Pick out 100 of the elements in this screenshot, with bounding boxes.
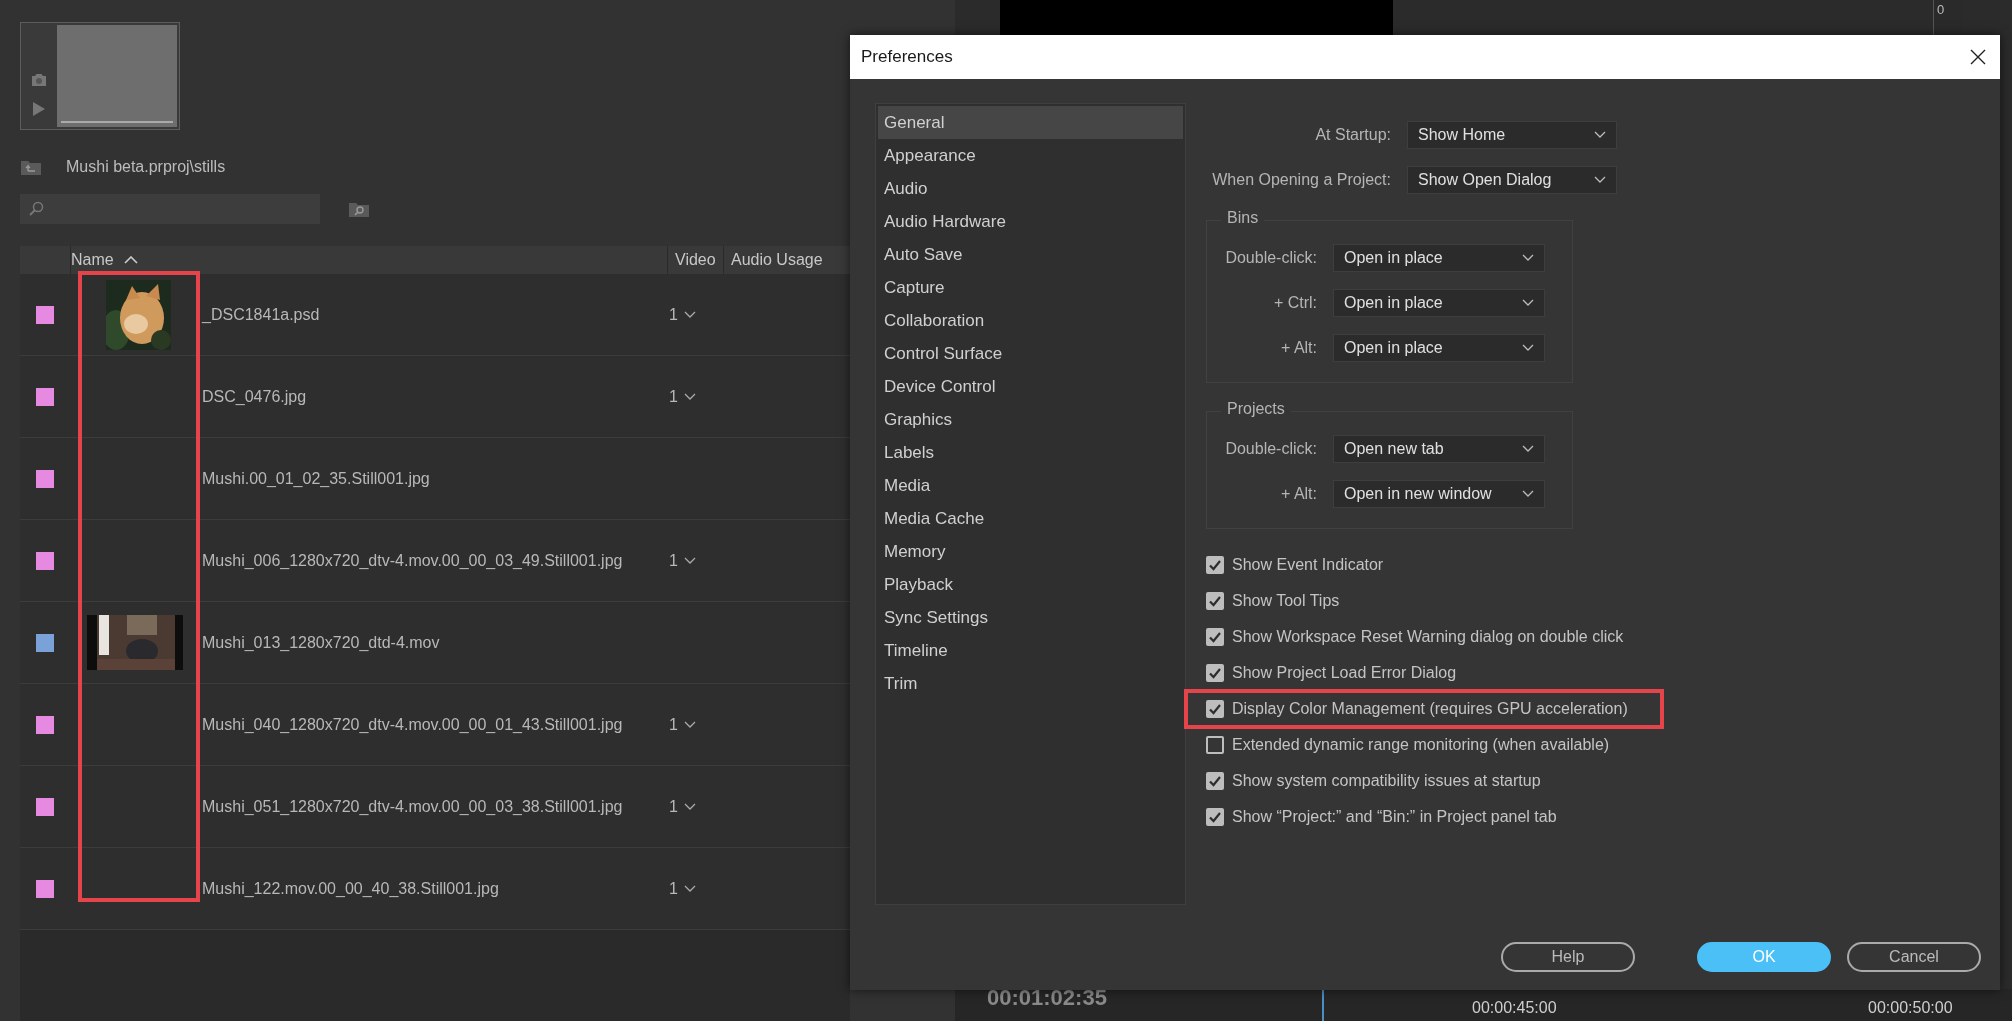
dropdown[interactable]: Open in place	[1333, 243, 1545, 272]
chevron-down-icon	[1594, 130, 1606, 139]
option-label: Extended dynamic range monitoring (when available)	[1232, 736, 1610, 754]
setting-label: Double-click:	[1224, 248, 1317, 267]
label-color-swatch[interactable]	[36, 551, 54, 570]
category-item[interactable]: Control Surface	[878, 337, 1183, 370]
video-usage-count: 1	[669, 551, 678, 570]
option-label: Show Project Load Error Dialog	[1232, 664, 1457, 682]
file-name: Mushi.00_01_02_35.Still001.jpg	[201, 469, 431, 488]
chevron-down-icon	[1522, 343, 1534, 352]
dropdown[interactable]: Open new tab	[1333, 434, 1545, 463]
group-title: Projects	[1221, 400, 1291, 418]
option-label: Show Tool Tips	[1232, 592, 1340, 610]
dialog-title: Preferences	[861, 47, 953, 67]
checkbox[interactable]	[1206, 592, 1224, 610]
label-color-swatch[interactable]	[36, 633, 54, 652]
file-name: DSC_0476.jpg	[201, 387, 308, 406]
category-item[interactable]: Device Control	[878, 370, 1183, 403]
folder-up-icon[interactable]	[20, 158, 42, 176]
dropdown[interactable]: Show Home	[1407, 120, 1617, 149]
category-item[interactable]: Audio	[878, 172, 1183, 205]
search-icon	[28, 201, 44, 217]
dropdown[interactable]: Open in new window	[1333, 479, 1545, 508]
file-name: _DSC1841a.psd	[200, 305, 321, 324]
option-label: Show system compatibility issues at startup	[1232, 772, 1541, 790]
label-color-swatch[interactable]	[36, 715, 54, 734]
setting-label: At Startup:	[1314, 125, 1391, 144]
category-item[interactable]: Sync Settings	[878, 601, 1183, 634]
setting-label: + Alt:	[1279, 484, 1317, 503]
close-icon[interactable]	[1970, 49, 1986, 65]
find-in-bin-icon[interactable]	[348, 200, 370, 218]
chevron-down-icon[interactable]	[683, 310, 696, 319]
chevron-down-icon[interactable]	[683, 802, 696, 811]
category-item[interactable]: Auto Save	[878, 238, 1183, 271]
file-name: Mushi_040_1280x720_dtv-4.mov.00_00_01_43.Still001.jpg	[201, 715, 624, 734]
checkbox[interactable]	[1206, 628, 1224, 646]
chevron-down-icon[interactable]	[683, 884, 696, 893]
option-label: Show Event Indicator	[1232, 556, 1384, 574]
checkbox[interactable]	[1206, 808, 1224, 826]
file-name: Mushi_051_1280x720_dtv-4.mov.00_00_03_38.Still001.jpg	[201, 797, 624, 816]
label-color-swatch[interactable]	[36, 387, 54, 406]
checkbox[interactable]	[1206, 736, 1224, 754]
camera-icon[interactable]	[30, 73, 48, 87]
option-label: Display Color Management (requires GPU acceleration)	[1232, 700, 1628, 718]
dropdown[interactable]: Open in place	[1333, 333, 1545, 362]
bin-path: Mushi beta.prproj\stills	[66, 158, 226, 176]
category-item[interactable]: Appearance	[878, 139, 1183, 172]
checkbox[interactable]	[1206, 664, 1224, 682]
label-color-swatch[interactable]	[36, 879, 54, 898]
setting-label: Double-click:	[1224, 439, 1317, 458]
play-icon[interactable]	[32, 101, 46, 117]
chevron-down-icon[interactable]	[683, 392, 696, 401]
setting-label: When Opening a Project:	[1211, 170, 1391, 189]
file-name: Mushi_013_1280x720_dtd-4.mov	[201, 633, 441, 652]
checkbox[interactable]	[1206, 772, 1224, 790]
dialog-button[interactable]: Cancel	[1847, 942, 1981, 972]
setting-label: + Ctrl:	[1272, 293, 1317, 312]
chevron-down-icon	[1522, 489, 1534, 498]
category-item[interactable]: Media Cache	[878, 502, 1183, 535]
dropdown[interactable]: Show Open Dialog	[1407, 165, 1617, 194]
video-usage-count: 1	[669, 715, 678, 734]
chevron-down-icon	[1522, 444, 1534, 453]
category-item[interactable]: Trim	[878, 667, 1183, 700]
category-item[interactable]: Graphics	[878, 403, 1183, 436]
file-name: Mushi_006_1280x720_dtv-4.mov.00_00_03_49.Still001.jpg	[201, 551, 624, 570]
category-item[interactable]: Collaboration	[878, 304, 1183, 337]
setting-label: + Alt:	[1279, 338, 1317, 357]
category-item[interactable]: Playback	[878, 568, 1183, 601]
chevron-down-icon[interactable]	[683, 556, 696, 565]
video-usage-count: 1	[669, 879, 678, 898]
category-item[interactable]: Media	[878, 469, 1183, 502]
label-color-swatch[interactable]	[36, 469, 54, 488]
video-usage-count: 1	[669, 387, 678, 406]
sort-ascending-icon	[123, 256, 138, 264]
video-usage-count: 1	[669, 305, 678, 324]
video-usage-count: 1	[669, 797, 678, 816]
category-item[interactable]: General	[878, 106, 1183, 139]
category-item[interactable]: Audio Hardware	[878, 205, 1183, 238]
chevron-down-icon	[1522, 253, 1534, 262]
ruler-label: 0	[1937, 2, 1945, 17]
file-name: Mushi_122.mov.00_00_40_38.Still001.jpg	[201, 879, 500, 898]
search-field[interactable]	[20, 194, 320, 224]
chevron-down-icon	[1594, 175, 1606, 184]
category-item[interactable]: Capture	[878, 271, 1183, 304]
checkbox[interactable]	[1206, 556, 1224, 574]
chevron-down-icon[interactable]	[683, 720, 696, 729]
checkbox[interactable]	[1206, 700, 1224, 718]
category-item[interactable]: Memory	[878, 535, 1183, 568]
option-label: Show “Project:” and “Bin:” in Project panel tab	[1232, 808, 1557, 826]
timecode: 00:01:02:35	[987, 985, 1107, 1011]
label-color-swatch[interactable]	[36, 305, 54, 324]
category-item[interactable]: Labels	[878, 436, 1183, 469]
time-ruler-label: 00:00:45:00	[1472, 999, 1557, 1017]
dialog-button[interactable]: Help	[1501, 942, 1635, 972]
label-color-swatch[interactable]	[36, 797, 54, 816]
dropdown[interactable]: Open in place	[1333, 288, 1545, 317]
time-ruler-label: 00:00:50:00	[1868, 999, 1953, 1017]
option-label: Show Workspace Reset Warning dialog on double click	[1232, 628, 1624, 646]
chevron-down-icon	[1522, 298, 1534, 307]
category-item[interactable]: Timeline	[878, 634, 1183, 667]
